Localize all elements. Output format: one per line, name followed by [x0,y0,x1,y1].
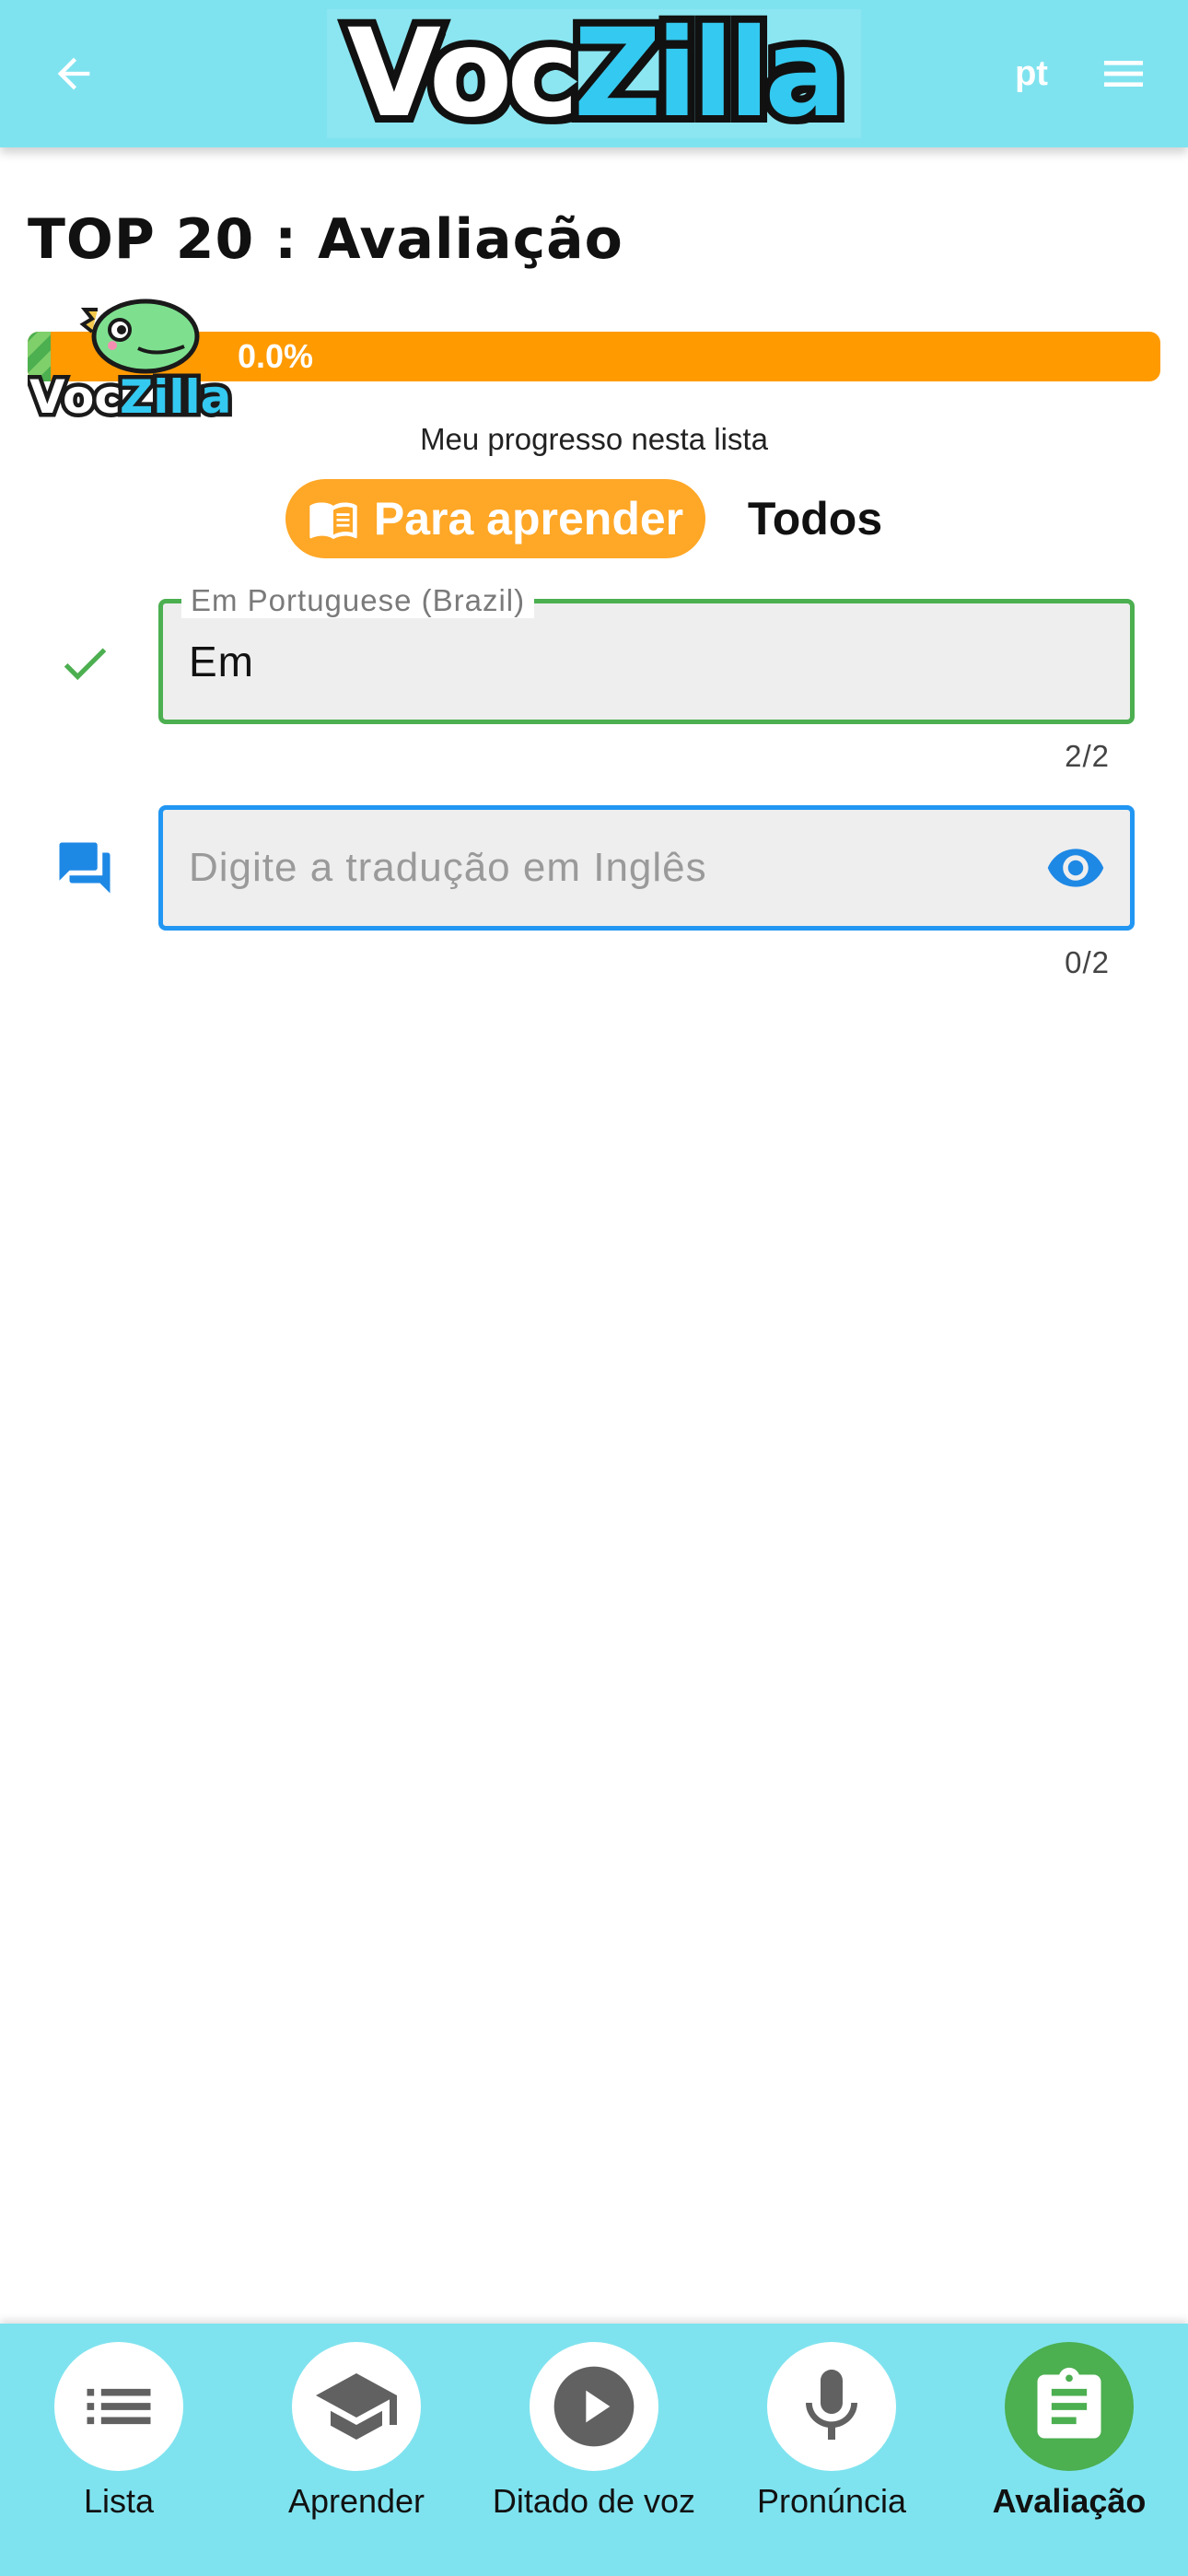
nav-label-lista: Lista [83,2482,155,2520]
book-open-icon [309,502,357,540]
nav-avaliacao-circle [1005,2342,1134,2471]
filter-all-label: Todos [747,493,883,544]
clipboard-icon [1037,2367,1101,2439]
language-selector[interactable]: pt [1004,46,1059,101]
play-circle-icon [553,2366,635,2447]
hamburger-menu-icon [1104,61,1143,87]
check-icon [64,648,107,681]
mascot-logo: Voc Zilla [28,299,236,424]
eye-icon [1047,849,1104,887]
translation-input[interactable] [189,810,1018,926]
app-screen: Voc Zilla pt TOP 20 : Avaliação 0.0% Voc… [0,0,1188,2576]
filter-to-learn-button[interactable]: Para aprender [285,479,705,558]
filter-to-learn-label: Para aprender [373,493,684,544]
nav-item-avaliacao[interactable]: Avaliação [950,2324,1188,2576]
logo-zilla-text: Zilla [566,3,854,145]
source-word-field: Em Portuguese (Brazil) Em [158,583,1135,724]
menu-button[interactable] [1087,37,1160,111]
microphone-icon [806,2370,857,2440]
logo-voc-text: Voc [340,3,587,145]
mascot-zilla-text: Zilla [120,370,231,424]
nav-item-lista[interactable]: Lista [0,2324,238,2576]
nav-item-ditado-de-voz[interactable]: Ditado de voz [475,2324,713,2576]
top-app-bar: Voc Zilla pt [0,0,1188,147]
source-char-counter: 2/2 [1065,739,1110,773]
progress-caption: Meu progresso nesta lista [420,422,768,456]
source-word-value: Em [189,638,254,685]
nav-label-aprender: Aprender [287,2482,425,2520]
nav-label-ditado-de-voz: Ditado de voz [492,2482,696,2520]
progress-percent: 0.0% [238,337,314,375]
nav-label-pronuncia: Pronúncia [756,2482,907,2520]
arrow-left-icon [57,57,90,90]
page-title: TOP 20 : Avaliação [28,207,623,272]
back-button[interactable] [37,37,111,111]
mascot-voc-text: Voc [29,370,122,424]
bottom-navigation: Lista Aprender Ditado de voz Pronúncia A… [0,2324,1188,2576]
nav-ditado-circle [530,2342,658,2471]
answer-field[interactable] [158,805,1135,931]
nav-pronuncia-circle [767,2342,896,2471]
filter-all-button[interactable]: Todos [728,479,903,558]
graduation-cap-icon [316,2373,397,2440]
reveal-answer-button[interactable] [1043,836,1108,900]
nav-item-aprender[interactable]: Aprender [238,2324,475,2576]
nav-aprender-circle [292,2342,421,2471]
nav-lista-circle [54,2342,183,2471]
nav-label-avaliacao: Avaliação [992,2482,1147,2520]
nav-item-pronuncia[interactable]: Pronúncia [713,2324,950,2576]
answer-status [48,831,122,905]
app-logo: Voc Zilla [327,3,861,145]
answer-char-counter: 0/2 [1065,945,1110,979]
chat-bubbles-icon [59,842,111,894]
list-icon [87,2388,151,2425]
source-status [48,626,122,700]
